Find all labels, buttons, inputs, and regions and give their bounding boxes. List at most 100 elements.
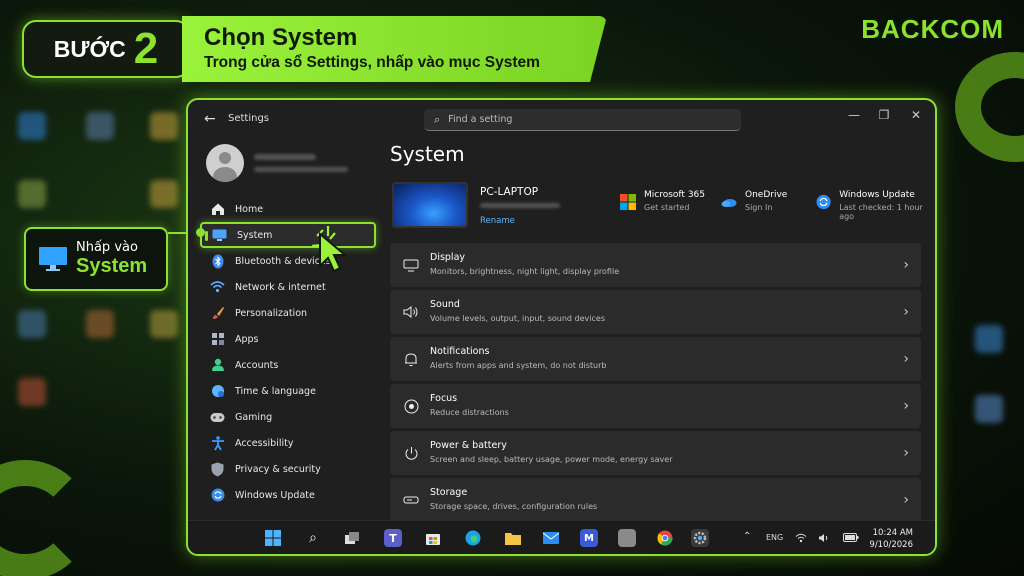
- microsoft-icon: [620, 194, 636, 210]
- card-description: Monitors, brightness, night light, displ…: [430, 267, 620, 276]
- sidebar-item-label: Apps: [235, 333, 259, 345]
- minimize-button[interactable]: —: [842, 108, 866, 122]
- step-banner: BƯỚC 2 Chọn System Trong cửa sổ Settings…: [22, 16, 607, 82]
- language-indicator[interactable]: ENG: [766, 533, 783, 542]
- search-input[interactable]: [448, 114, 709, 125]
- card-storage[interactable]: Storage Storage space, drives, configura…: [390, 478, 921, 522]
- decor-ring: [0, 460, 90, 576]
- task-view-icon[interactable]: [343, 529, 361, 547]
- step-number: 2: [133, 24, 159, 73]
- search-box[interactable]: ⌕: [424, 109, 741, 131]
- blurred-desktop-icon: [18, 378, 46, 406]
- card-title: Storage: [430, 487, 468, 498]
- back-arrow-icon[interactable]: ←: [204, 111, 216, 127]
- sidebar-item-home[interactable]: Home: [200, 196, 376, 222]
- clock-time: 10:24 AM: [872, 528, 913, 538]
- sidebar-item-accounts[interactable]: Accounts: [200, 352, 376, 378]
- blurred-desktop-icon: [975, 325, 1003, 353]
- card-sound[interactable]: Sound Volume levels, output, input, soun…: [390, 290, 921, 334]
- app-icon[interactable]: M: [580, 529, 598, 547]
- sidebar-item-accessibility[interactable]: Accessibility: [200, 430, 376, 456]
- blurred-device-model: [480, 203, 560, 208]
- wifi-tray-icon[interactable]: [795, 533, 807, 545]
- step-word: BƯỚC: [53, 35, 126, 62]
- brand-logo: BACKCOM: [861, 14, 1004, 44]
- blurred-desktop-icon: [86, 310, 114, 338]
- quick-link-windows-update[interactable]: Windows Update Last checked: 1 hour ago: [816, 190, 935, 221]
- callout-connector-dot: [196, 228, 205, 237]
- clock[interactable]: 10:24 AM 9/10/2026: [869, 527, 913, 551]
- card-focus[interactable]: Focus Reduce distractions ›: [390, 384, 921, 428]
- title-bar: ← Settings ⌕ — ❐ ✕: [188, 100, 935, 138]
- quick-link-onedrive[interactable]: OneDrive Sign In: [721, 190, 787, 212]
- blurred-desktop-icon: [150, 112, 178, 140]
- mail-icon[interactable]: [542, 529, 560, 547]
- file-explorer-icon[interactable]: [504, 529, 522, 547]
- focus-icon: [402, 397, 420, 415]
- volume-tray-icon[interactable]: [818, 533, 830, 545]
- card-description: Screen and sleep, battery usage, power m…: [430, 455, 673, 464]
- maximize-button[interactable]: ❐: [872, 108, 896, 122]
- quick-link-microsoft365[interactable]: Microsoft 365 Get started: [620, 190, 705, 212]
- sidebar-item-label: Personalization: [235, 307, 308, 319]
- display-icon: [212, 228, 227, 243]
- sidebar-item-windows-update[interactable]: Windows Update: [200, 482, 376, 508]
- battery-tray-icon[interactable]: [843, 533, 859, 544]
- shield-icon: [210, 462, 225, 477]
- monitor-icon: [39, 247, 67, 271]
- tray-chevron-up-icon[interactable]: ⌃: [743, 531, 751, 542]
- quick-link-subtitle: Sign In: [745, 203, 773, 212]
- accessibility-icon: [210, 435, 225, 451]
- sidebar-item-apps[interactable]: Apps: [200, 326, 376, 352]
- callout-line1: Nhấp vào: [76, 240, 138, 255]
- sidebar-item-privacy[interactable]: Privacy & security: [200, 456, 376, 482]
- store-icon[interactable]: [424, 529, 442, 547]
- card-title: Notifications: [430, 346, 490, 357]
- sidebar-item-gaming[interactable]: Gaming: [200, 404, 376, 430]
- app-icon[interactable]: [618, 529, 636, 547]
- blurred-desktop-icon: [86, 112, 114, 140]
- sidebar-item-label: Gaming: [235, 411, 273, 423]
- person-icon: [210, 358, 225, 373]
- chevron-right-icon: ›: [903, 257, 909, 273]
- quick-link-title: OneDrive: [745, 190, 788, 200]
- settings-gear-icon[interactable]: [691, 529, 709, 547]
- bluetooth-icon: [210, 254, 225, 269]
- card-display[interactable]: Display Monitors, brightness, night ligh…: [390, 243, 921, 287]
- card-description: Storage space, drives, configuration rul…: [430, 502, 598, 511]
- chevron-right-icon: ›: [903, 492, 909, 508]
- settings-window: ← Settings ⌕ — ❐ ✕ Home System: [186, 98, 937, 556]
- step-title: Chọn System: [204, 24, 358, 51]
- decor-ring: [955, 52, 1024, 162]
- clock-date: 9/10/2026: [869, 540, 913, 550]
- sidebar-item-label: Accessibility: [235, 437, 294, 449]
- search-icon: ⌕: [434, 112, 441, 126]
- card-title: Focus: [430, 393, 458, 404]
- card-notifications[interactable]: Notifications Alerts from apps and syste…: [390, 337, 921, 381]
- chevron-right-icon: ›: [903, 445, 909, 461]
- edge-icon[interactable]: [464, 529, 482, 547]
- sidebar-item-label: Windows Update: [235, 489, 315, 501]
- callout-box: Nhấp vào System: [24, 227, 168, 291]
- rename-link[interactable]: Rename: [480, 216, 515, 226]
- globe-icon: [210, 384, 225, 399]
- sidebar-item-personalization[interactable]: Personalization: [200, 300, 376, 326]
- sidebar-item-network[interactable]: Network & internet: [200, 274, 376, 300]
- sidebar-item-label: Network & internet: [235, 281, 326, 293]
- taskbar-search-icon[interactable]: ⌕: [304, 529, 322, 547]
- close-button[interactable]: ✕: [904, 108, 928, 122]
- quick-link-title: Microsoft 365: [644, 190, 705, 200]
- onedrive-icon: [721, 199, 737, 207]
- sidebar-item-time-language[interactable]: Time & language: [200, 378, 376, 404]
- blurred-account-email: [254, 167, 348, 172]
- windows-start-icon[interactable]: [264, 529, 282, 547]
- taskbar: ⌕ T M ⌃ ENG 10:24 AM 9/10/2026: [188, 520, 935, 554]
- card-power-battery[interactable]: Power & battery Screen and sleep, batter…: [390, 431, 921, 475]
- sidebar-item-label: System: [237, 229, 273, 241]
- teams-icon[interactable]: T: [384, 529, 402, 547]
- chevron-right-icon: ›: [903, 351, 909, 367]
- step-badge: BƯỚC 2: [22, 20, 190, 78]
- card-title: Display: [430, 252, 466, 263]
- chrome-icon[interactable]: [656, 529, 674, 547]
- avatar[interactable]: [206, 144, 244, 182]
